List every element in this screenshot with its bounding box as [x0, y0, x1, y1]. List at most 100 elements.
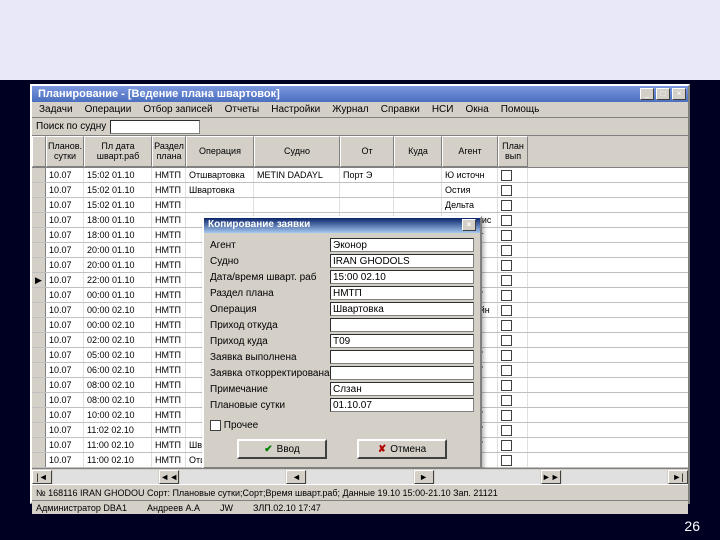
dialog-field: Заявка откорректирована [210, 365, 474, 381]
row-marker [32, 393, 46, 407]
row-marker [32, 348, 46, 362]
field-value[interactable]: 15:00 02.10 [330, 270, 474, 284]
cell-section: НМТП [152, 333, 186, 347]
menu-item[interactable]: Справки [378, 103, 423, 116]
cell-from [340, 198, 394, 212]
menu-item[interactable]: Помощь [498, 103, 543, 116]
dialog-field: СудноIRAN GHODOLS [210, 253, 474, 269]
row-marker [32, 258, 46, 272]
cell-date: 18:00 01.10 [84, 213, 152, 227]
menu-item[interactable]: Настройки [268, 103, 323, 116]
table-row[interactable]: 10.0715:02 01.10НМТПОтшвартовкаMETIN DAD… [32, 168, 688, 183]
col-operation[interactable]: Операция [186, 136, 254, 167]
cell-done[interactable] [498, 408, 528, 422]
cell-date: 20:00 01.10 [84, 258, 152, 272]
col-plan-date[interactable]: Пл дата шварт.раб [84, 136, 152, 167]
field-value[interactable]: НМТП [330, 286, 474, 300]
cell-done[interactable] [498, 183, 528, 197]
other-checkbox[interactable] [210, 420, 221, 431]
menu-item[interactable]: Окна [462, 103, 491, 116]
field-value[interactable] [330, 318, 474, 332]
nav-next[interactable]: ►► [541, 470, 561, 484]
menu-item[interactable]: Операции [82, 103, 135, 116]
dialog-field: Приход откуда [210, 317, 474, 333]
cell-done[interactable] [498, 213, 528, 227]
cell-day: 10.07 [46, 243, 84, 257]
data-grid[interactable]: Копирование заявки × АгентЭконорСудноIRA… [32, 168, 688, 468]
copy-request-dialog: Копирование заявки × АгентЭконорСудноIRA… [202, 216, 482, 468]
menu-item[interactable]: Задачи [36, 103, 76, 116]
row-marker [32, 378, 46, 392]
field-value[interactable] [330, 350, 474, 364]
col-to[interactable]: Куда [394, 136, 442, 167]
minimize-button[interactable]: _ [640, 88, 654, 100]
cell-done[interactable] [498, 363, 528, 377]
cell-done[interactable] [498, 348, 528, 362]
cell-done[interactable] [498, 378, 528, 392]
field-value[interactable]: Слзан [330, 382, 474, 396]
row-marker: ▶ [32, 273, 46, 287]
field-label: Приход куда [210, 336, 330, 347]
field-value[interactable]: IRAN GHODOLS [330, 254, 474, 268]
cell-done[interactable] [498, 228, 528, 242]
cell-done[interactable] [498, 198, 528, 212]
row-marker [32, 288, 46, 302]
dialog-close-icon[interactable]: × [462, 219, 476, 231]
nav-last[interactable]: ►| [668, 470, 688, 484]
cell-done[interactable] [498, 438, 528, 452]
field-value[interactable]: Швартовка [330, 302, 474, 316]
nav-prev[interactable]: ◄◄ [159, 470, 179, 484]
cell-done[interactable] [498, 423, 528, 437]
cell-section: НМТП [152, 378, 186, 392]
nav-fwd[interactable]: ► [414, 470, 434, 484]
menu-item[interactable]: НСИ [429, 103, 457, 116]
cell-done[interactable] [498, 288, 528, 302]
cell-done[interactable] [498, 333, 528, 347]
field-value[interactable]: Т09 [330, 334, 474, 348]
cell-done[interactable] [498, 318, 528, 332]
col-plan-day[interactable]: Планов. сутки [46, 136, 84, 167]
field-label: Заявка откорректирована [210, 368, 330, 379]
ok-button[interactable]: ✔Ввод [237, 439, 327, 459]
cell-done[interactable] [498, 168, 528, 182]
cell-section: НМТП [152, 273, 186, 287]
dialog-field: Плановые сутки01.10.07 [210, 397, 474, 413]
row-marker [32, 228, 46, 242]
cell-day: 10.07 [46, 228, 84, 242]
table-row[interactable]: 10.0715:02 01.10НМТПШвартовкаОстия [32, 183, 688, 198]
menu-item[interactable]: Журнал [329, 103, 372, 116]
col-done[interactable]: План вып [498, 136, 528, 167]
app-window: Планирование - [Ведение плана швартовок]… [30, 84, 690, 504]
col-ship[interactable]: Судно [254, 136, 340, 167]
cell-day: 10.07 [46, 213, 84, 227]
cell-date: 08:00 02.10 [84, 393, 152, 407]
field-value[interactable]: 01.10.07 [330, 398, 474, 412]
field-label: Дата/время шварт. раб [210, 272, 330, 283]
maximize-button[interactable]: □ [656, 88, 670, 100]
cancel-button[interactable]: ✘Отмена [357, 439, 447, 459]
cell-done[interactable] [498, 243, 528, 257]
field-value[interactable] [330, 366, 474, 380]
cell-date: 22:00 01.10 [84, 273, 152, 287]
status-user: Андреев А.А [147, 503, 200, 513]
cell-done[interactable] [498, 393, 528, 407]
col-agent[interactable]: Агент [442, 136, 498, 167]
close-button[interactable]: × [672, 88, 686, 100]
cell-ship [254, 183, 340, 197]
page-number: 26 [684, 518, 700, 534]
cell-done[interactable] [498, 258, 528, 272]
nav-first[interactable]: |◄ [32, 470, 52, 484]
cell-done[interactable] [498, 453, 528, 467]
cell-done[interactable] [498, 273, 528, 287]
field-value[interactable]: Эконор [330, 238, 474, 252]
menu-item[interactable]: Отбор записей [140, 103, 215, 116]
nav-back[interactable]: ◄ [286, 470, 306, 484]
search-input[interactable] [110, 120, 200, 134]
col-from[interactable]: От [340, 136, 394, 167]
cell-date: 11:02 02.10 [84, 423, 152, 437]
table-row[interactable]: 10.0715:02 01.10НМТПДельта [32, 198, 688, 213]
cell-done[interactable] [498, 303, 528, 317]
menu-item[interactable]: Отчеты [222, 103, 263, 116]
row-marker [32, 333, 46, 347]
col-section[interactable]: Раздел плана [152, 136, 186, 167]
